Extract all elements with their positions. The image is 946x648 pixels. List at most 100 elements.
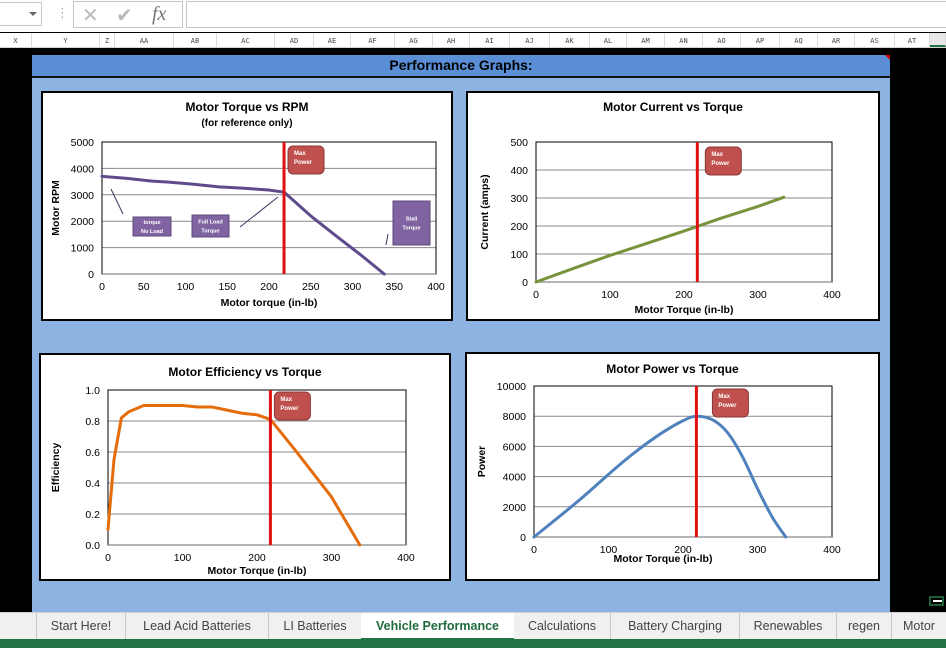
column-header[interactable]: AD <box>275 33 314 47</box>
x-tick-label: 200 <box>260 281 278 293</box>
plot-area <box>101 141 437 275</box>
column-header[interactable]: AE <box>314 33 351 47</box>
column-header[interactable]: AC <box>217 33 275 47</box>
max-power-callout[interactable]: Max Power <box>273 391 311 421</box>
charts-panel: Motor Torque vs RPM (for reference only) 0… <box>32 78 890 612</box>
y-tick-label: 0.0 <box>85 540 100 552</box>
max-power-callout[interactable]: Max Power <box>287 145 325 175</box>
chart-svg: Motor Power vs Torque0200040006000800010… <box>476 362 841 565</box>
column-header[interactable]: Z <box>100 33 115 47</box>
fx-icon[interactable]: fx <box>152 3 166 26</box>
y-tick-label: 2000 <box>71 216 95 228</box>
y-axis-label: Current (amps) <box>479 174 491 249</box>
column-headers: X Y Z AA AB AC AD AE AF AG AH AI AJ AK AL AM AN AO AP AQ AR A… <box>0 33 946 48</box>
callout-text: Power <box>294 160 313 166</box>
chart-svg: Motor Current vs Torque 0 100 200 300 400 500 0… <box>479 100 841 316</box>
column-header[interactable]: AN <box>665 33 703 47</box>
callout-text: Max <box>711 152 723 158</box>
chart-svg: Motor Torque vs RPM (for reference only) 0… <box>50 100 445 309</box>
y-tick-label: 2000 <box>503 502 527 514</box>
x-icon[interactable]: ✕ <box>82 3 99 28</box>
name-box[interactable] <box>0 2 42 26</box>
y-axis-label: Power <box>476 446 488 478</box>
status-bar <box>0 639 946 648</box>
sheet-tab-regen[interactable]: regen <box>836 613 891 640</box>
column-header[interactable]: AB <box>174 33 217 47</box>
callout-box <box>392 200 431 246</box>
sheet-tab-motor[interactable]: Motor <box>891 613 946 640</box>
x-tick-label: 100 <box>174 552 192 564</box>
chart-torque-vs-rpm[interactable]: Motor Torque vs RPM (for reference only) 0… <box>41 91 453 321</box>
annotation-callout[interactable]: Stall Torque <box>392 200 431 246</box>
sheet-tab-start-here[interactable]: Start Here! <box>36 613 125 640</box>
y-tick-label: 400 <box>510 165 528 177</box>
column-header[interactable]: Y <box>32 33 100 47</box>
x-tick-label: 200 <box>675 289 693 301</box>
sheet-tab-renewables[interactable]: Renewables <box>739 613 836 640</box>
column-header[interactable]: AK <box>550 33 590 47</box>
callout-text: Power <box>280 406 299 412</box>
sheet-tab-lead-acid-batteries[interactable]: Lead Acid Batteries <box>125 613 268 640</box>
column-header[interactable]: AG <box>395 33 433 47</box>
chevron-down-icon[interactable] <box>29 12 37 16</box>
y-tick-label: 0.6 <box>85 447 100 459</box>
column-header[interactable]: AH <box>433 33 470 47</box>
column-header[interactable]: AA <box>115 33 174 47</box>
column-header[interactable]: AF <box>351 33 395 47</box>
formula-input[interactable] <box>186 1 946 28</box>
selected-cell[interactable] <box>929 596 944 606</box>
column-header[interactable]: AQ <box>780 33 818 47</box>
callout-text: Max <box>280 397 292 403</box>
y-tick-label: 5000 <box>71 137 95 149</box>
sheet-area: Performance Graphs: Motor Torque vs RPM (… <box>0 48 946 612</box>
formula-bar: ⋮ ✕ ✔ fx <box>0 0 946 32</box>
y-tick-label: 8000 <box>503 411 527 423</box>
y-tick-label: 0 <box>520 532 526 544</box>
callout-text: Torque <box>402 226 420 232</box>
x-axis-label: Motor Torque (in-lb) <box>614 553 713 565</box>
check-icon[interactable]: ✔ <box>116 3 133 28</box>
x-tick-label: 400 <box>823 544 841 556</box>
x-tick-label: 400 <box>397 552 415 564</box>
column-header[interactable]: AP <box>741 33 780 47</box>
drag-handle-icon[interactable]: ⋮ <box>56 6 69 19</box>
plot-area <box>107 389 407 546</box>
column-header[interactable]: X <box>0 33 32 47</box>
column-header-selected[interactable] <box>930 33 946 47</box>
chart-svg: Motor Efficiency vs Torque 0.0 0.2 0.4 0.6 0.… <box>50 365 415 577</box>
y-tick-label: 0 <box>522 277 528 289</box>
y-tick-label: 0.2 <box>85 509 100 521</box>
annotation-callout[interactable]: torque No Load <box>132 216 172 237</box>
callout-text: Torque <box>201 229 219 235</box>
chart-efficiency-vs-torque[interactable]: Motor Efficiency vs Torque 0.0 0.2 0.4 0.6 0.… <box>39 353 451 581</box>
column-header[interactable]: AT <box>895 33 930 47</box>
sheet-tab-battery-charging[interactable]: Battery Charging <box>610 613 739 640</box>
chart-power-vs-torque[interactable]: Motor Power vs Torque 0 2000 4000 6000 8000 10… <box>465 352 880 581</box>
chart-current-vs-torque[interactable]: Motor Current vs Torque 0 100 200 300 400 500 0… <box>466 91 880 321</box>
sheet-tab-calculations[interactable]: Calculations <box>514 613 610 640</box>
max-power-callout[interactable]: Max Power <box>711 388 749 418</box>
x-tick-label: 400 <box>427 281 445 293</box>
leader-line <box>110 188 124 215</box>
y-tick-label: 0 <box>88 269 94 281</box>
series-line-efficiency <box>106 404 362 547</box>
column-header[interactable]: AL <box>590 33 627 47</box>
column-header[interactable]: AI <box>470 33 510 47</box>
y-tick-label: 6000 <box>503 441 527 453</box>
sheet-tab-vehicle-performance[interactable]: Vehicle Performance <box>361 613 514 640</box>
max-power-callout[interactable]: Max Power <box>704 146 742 176</box>
column-header[interactable]: AS <box>855 33 895 47</box>
annotation-callout[interactable]: Full Load Torque <box>191 214 230 238</box>
y-tick-label: 500 <box>510 137 528 149</box>
y-tick-label: 4000 <box>71 163 95 175</box>
column-header[interactable]: AR <box>818 33 855 47</box>
column-header[interactable]: AO <box>703 33 741 47</box>
chart-title: Motor Efficiency vs Torque <box>168 365 321 379</box>
column-header[interactable]: AJ <box>510 33 550 47</box>
sheet-tab-li-batteries[interactable]: LI Batteries <box>268 613 361 640</box>
plot-area <box>533 385 833 538</box>
formula-buttons: ✕ ✔ fx <box>73 1 183 28</box>
section-title-bar[interactable]: Performance Graphs: <box>32 55 890 78</box>
column-header[interactable]: AM <box>627 33 665 47</box>
series-line-current <box>534 195 786 284</box>
